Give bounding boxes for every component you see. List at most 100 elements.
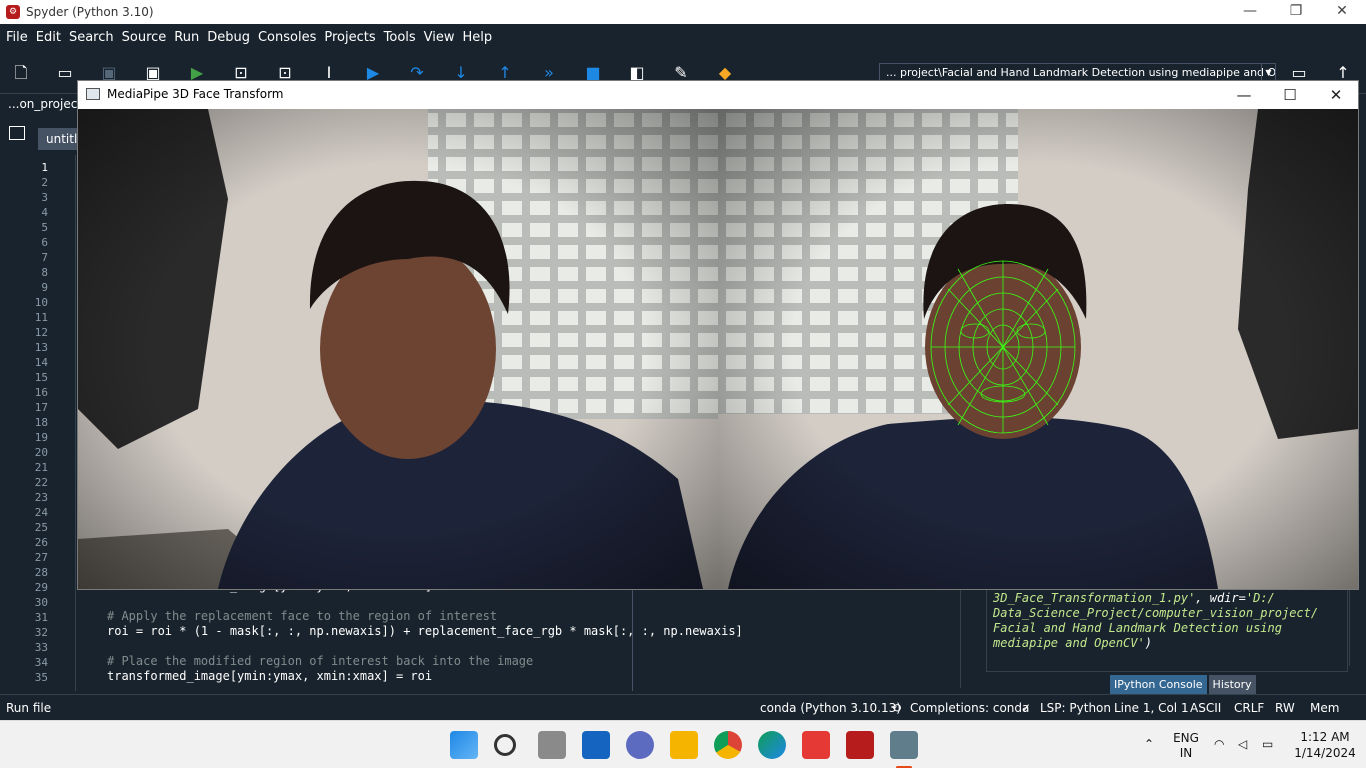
mediapipe-title-bar: MediaPipe 3D Face Transform — ☐ ✕ [78,81,1358,109]
status-lsp: LSP: Python [1040,701,1111,715]
menu-view[interactable]: View [420,30,459,45]
menu-projects[interactable]: Projects [320,30,379,45]
open-file-icon[interactable]: ▭ [53,61,77,85]
tab-ipython-console[interactable]: IPython Console [1110,675,1207,694]
camera-frame-right [718,109,1358,589]
console-text: Data_Science_Project/computer_vision_pro… [993,606,1319,620]
status-eol: CRLF [1234,701,1265,715]
line-number: 12 [34,326,48,339]
spyder-title-bar: ⚙ Spyder (Python 3.10) — ❐ ✕ [0,0,1366,24]
console-text: , wdir= [1195,591,1246,605]
console-text: Facial and Hand Landmark Detection using [993,621,1282,635]
line-number: 19 [34,431,48,444]
menu-file[interactable]: File [2,30,32,45]
store-icon[interactable] [802,731,830,759]
status-bar: Run file conda (Python 3.10.13) ⟲ Comple… [0,694,1366,741]
line-number: 6 [41,236,48,249]
status-permissions: RW [1275,701,1295,715]
camera-frame-left [78,109,718,589]
window-icon [86,88,100,100]
battery-icon[interactable]: ▭ [1262,737,1273,751]
tab-history[interactable]: History [1208,675,1256,694]
new-file-icon[interactable]: 🗋 [9,61,33,85]
search-icon[interactable] [494,734,516,756]
line-number: 4 [41,206,48,219]
tray-chevron-icon[interactable]: ⌃ [1144,737,1154,751]
line-number: 2 [41,176,48,189]
mediapipe-close-button[interactable]: ✕ [1313,83,1359,107]
mediapipe-window: MediaPipe 3D Face Transform — ☐ ✕ [77,80,1359,590]
line-number: 18 [34,416,48,429]
line-number: 3 [41,191,48,204]
line-number: 10 [34,296,48,309]
restore-button[interactable]: ❐ [1273,0,1319,24]
language-indicator-1[interactable]: ENG [1170,731,1202,745]
chat-icon[interactable] [626,731,654,759]
volume-icon[interactable]: ◁ [1238,737,1247,751]
line-number: 22 [34,476,48,489]
line-number: 32 [34,626,48,639]
code-line: # Place the modified region of interest … [107,654,534,668]
console-text: ) [1144,636,1152,650]
edge-icon[interactable] [758,731,786,759]
console-text: mediapipe and OpenCV' [993,636,1145,650]
line-number: 16 [34,386,48,399]
task-view-icon[interactable] [538,731,566,759]
working-directory-path: ... project\Facial and Hand Landmark Det… [886,66,1276,79]
line-numbers: 1 2 3 4 5 6 7 8 9 10 11 12 13 14 15 16 17 18 19 20 21 22 23 24 2… [0,155,76,691]
line-number: 23 [34,491,48,504]
code-line: transformed_image[ymin:ymax, xmin:xmax] … [107,669,433,683]
status-env: conda (Python 3.10.13) [760,701,901,715]
editor-scrollbar[interactable] [960,580,972,688]
line-number: 14 [34,356,48,369]
chrome-icon[interactable] [714,731,742,759]
mediapipe-maximize-button[interactable]: ☐ [1267,83,1313,107]
widgets-icon[interactable] [582,731,610,759]
line-number: 35 [34,671,48,684]
menu-consoles[interactable]: Consoles [254,30,320,45]
file-explorer-icon[interactable] [670,731,698,759]
check-icon: ✓ [1021,701,1032,715]
status-cursor-position: Line 1, Col 1 [1114,701,1189,715]
editor-tab[interactable]: untitle [38,128,82,150]
line-number: 8 [41,266,48,279]
menu-help[interactable]: Help [459,30,497,45]
line-number: 24 [34,506,48,519]
line-number: 26 [34,536,48,549]
mediapipe-minimize-button[interactable]: — [1221,83,1267,107]
menu-run[interactable]: Run [170,30,203,45]
menu-edit[interactable]: Edit [32,30,65,45]
language-indicator-2[interactable]: IN [1170,746,1202,760]
python-window-icon[interactable] [890,731,918,759]
line-number: 28 [34,566,48,579]
spyder-icon[interactable] [846,731,874,759]
menu-debug[interactable]: Debug [203,30,254,45]
taskbar: ⌃ ENG IN ◠ ◁ ▭ 1:12 AM 1/14/2024 [0,720,1366,768]
wifi-icon[interactable]: ◠ [1214,737,1224,751]
editor-file-path: ...on_project\ [0,94,86,114]
menu-source[interactable]: Source [118,30,171,45]
menu-tools[interactable]: Tools [380,30,420,45]
line-number: 5 [41,221,48,234]
console-text: 3D_Face_Transformation_1.py' [993,591,1196,605]
line-number: 27 [34,551,48,564]
ipython-console[interactable]: 3D_Face_Transformation_1.py', wdir='D:/ … [986,588,1348,672]
console-scrollbar[interactable] [1349,588,1359,666]
line-number: 34 [34,656,48,669]
close-button[interactable]: ✕ [1319,0,1365,24]
windows-start-icon[interactable] [450,731,478,759]
clock-date[interactable]: 1/14/2024 [1290,746,1360,760]
completions-icon: ⟲ [891,701,902,715]
line-number: 33 [34,641,48,654]
minimize-button[interactable]: — [1227,0,1273,24]
status-completions: Completions: conda [910,701,1030,715]
menu-bar: File Edit Search Source Run Debug Consol… [0,24,1366,50]
browse-tabs-icon[interactable] [9,126,25,140]
code-line: roi = roi * (1 - mask[:, :, np.newaxis])… [107,624,743,638]
line-number: 20 [34,446,48,459]
line-number: 11 [34,311,48,324]
status-encoding: ASCII [1190,701,1222,715]
clock-time[interactable]: 1:12 AM [1290,730,1360,744]
menu-search[interactable]: Search [65,30,118,45]
spyder-title: Spyder (Python 3.10) [26,5,154,19]
